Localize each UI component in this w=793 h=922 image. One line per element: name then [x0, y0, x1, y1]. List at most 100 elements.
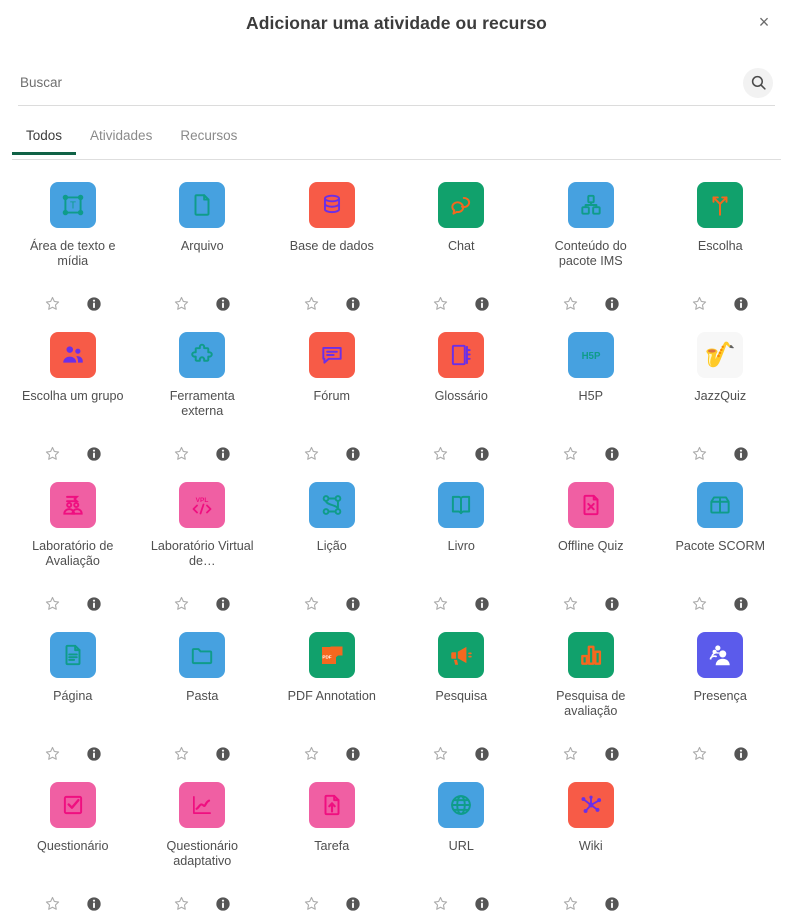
svg-text:VPL: VPL [196, 497, 209, 504]
chooser-item-actions [562, 295, 620, 320]
info-circle-icon[interactable] [345, 296, 361, 312]
chooser-item[interactable]: Livro [397, 470, 527, 620]
star-outline-icon[interactable] [44, 745, 61, 762]
chooser-item[interactable]: Escolha um grupo [8, 320, 138, 470]
chooser-item[interactable]: Ferramenta externa [138, 320, 268, 470]
info-circle-icon[interactable] [345, 746, 361, 762]
tab-atividades[interactable]: Atividades [76, 122, 166, 154]
star-outline-icon[interactable] [562, 295, 579, 312]
chooser-item[interactable]: Base de dados [267, 170, 397, 320]
chooser-item[interactable]: Questionário [8, 770, 138, 920]
star-outline-icon[interactable] [303, 895, 320, 912]
chooser-item[interactable]: Pesquisa de avaliação [526, 620, 656, 770]
info-circle-icon[interactable] [474, 446, 490, 462]
info-circle-icon[interactable] [604, 896, 620, 912]
star-outline-icon[interactable] [44, 895, 61, 912]
info-circle-icon[interactable] [215, 746, 231, 762]
star-outline-icon[interactable] [173, 895, 190, 912]
chooser-item[interactable]: Pesquisa [397, 620, 527, 770]
info-circle-icon[interactable] [733, 746, 749, 762]
chooser-item-label: Pesquisa de avaliação [556, 689, 626, 719]
chooser-item[interactable]: PDF PDF Annotation [267, 620, 397, 770]
star-outline-icon[interactable] [432, 745, 449, 762]
star-outline-icon[interactable] [691, 295, 708, 312]
star-outline-icon[interactable] [562, 445, 579, 462]
chooser-item[interactable]: H5P H5P [526, 320, 656, 470]
star-outline-icon[interactable] [562, 745, 579, 762]
star-outline-icon[interactable] [173, 295, 190, 312]
chooser-item[interactable]: Laboratório de Avaliação [8, 470, 138, 620]
star-outline-icon[interactable] [303, 445, 320, 462]
info-circle-icon[interactable] [86, 446, 102, 462]
info-circle-icon[interactable] [86, 296, 102, 312]
chooser-item[interactable]: Tarefa [267, 770, 397, 920]
info-circle-icon[interactable] [604, 446, 620, 462]
close-icon[interactable]: × [749, 7, 779, 37]
info-circle-icon[interactable] [345, 896, 361, 912]
star-outline-icon[interactable] [432, 445, 449, 462]
chooser-item[interactable]: Escolha [656, 170, 786, 320]
chooser-item[interactable]: Pasta [138, 620, 268, 770]
search-input[interactable] [18, 75, 743, 90]
star-outline-icon[interactable] [691, 445, 708, 462]
info-circle-icon[interactable] [733, 296, 749, 312]
chooser-item-actions [173, 745, 231, 770]
star-outline-icon[interactable] [303, 295, 320, 312]
chooser-item[interactable]: Fórum [267, 320, 397, 470]
info-circle-icon[interactable] [86, 596, 102, 612]
star-outline-icon[interactable] [173, 595, 190, 612]
star-outline-icon[interactable] [173, 745, 190, 762]
chooser-item[interactable]: Chat [397, 170, 527, 320]
star-outline-icon[interactable] [432, 895, 449, 912]
info-circle-icon[interactable] [474, 746, 490, 762]
chooser-item[interactable]: VPL Laboratório Virtual de… [138, 470, 268, 620]
chooser-item[interactable]: 🎷 JazzQuiz [656, 320, 786, 470]
info-circle-icon[interactable] [215, 596, 231, 612]
chooser-item-actions [303, 595, 361, 620]
info-circle-icon[interactable] [474, 896, 490, 912]
chooser-item[interactable]: Conteúdo do pacote IMS [526, 170, 656, 320]
info-circle-icon[interactable] [215, 296, 231, 312]
chooser-item[interactable]: Glossário [397, 320, 527, 470]
info-circle-icon[interactable] [345, 446, 361, 462]
tab-recursos[interactable]: Recursos [166, 122, 251, 154]
chooser-item[interactable]: Pacote SCORM [656, 470, 786, 620]
star-outline-icon[interactable] [173, 445, 190, 462]
star-outline-icon[interactable] [432, 295, 449, 312]
chooser-item-label: Área de texto e mídia [30, 239, 116, 269]
search-button[interactable] [743, 67, 773, 98]
chooser-item[interactable]: Arquivo [138, 170, 268, 320]
info-circle-icon[interactable] [86, 896, 102, 912]
chooser-item[interactable]: Offline Quiz [526, 470, 656, 620]
info-circle-icon[interactable] [733, 446, 749, 462]
star-outline-icon[interactable] [432, 595, 449, 612]
info-circle-icon[interactable] [345, 596, 361, 612]
star-outline-icon[interactable] [44, 595, 61, 612]
info-circle-icon[interactable] [604, 596, 620, 612]
info-circle-icon[interactable] [86, 746, 102, 762]
star-outline-icon[interactable] [303, 595, 320, 612]
star-outline-icon[interactable] [44, 295, 61, 312]
star-outline-icon[interactable] [44, 445, 61, 462]
info-circle-icon[interactable] [604, 746, 620, 762]
star-outline-icon[interactable] [691, 595, 708, 612]
star-outline-icon[interactable] [691, 745, 708, 762]
chooser-item[interactable]: T Área de texto e mídia [8, 170, 138, 320]
info-circle-icon[interactable] [474, 596, 490, 612]
star-outline-icon[interactable] [562, 595, 579, 612]
chooser-item[interactable]: Questionário adaptativo [138, 770, 268, 920]
info-circle-icon[interactable] [604, 296, 620, 312]
chooser-item[interactable]: URL [397, 770, 527, 920]
info-circle-icon[interactable] [733, 596, 749, 612]
chooser-item-label: URL [448, 839, 474, 853]
tab-todos[interactable]: Todos [12, 122, 77, 155]
chooser-item[interactable]: Wiki [526, 770, 656, 920]
info-circle-icon[interactable] [215, 896, 231, 912]
info-circle-icon[interactable] [474, 296, 490, 312]
chooser-item[interactable]: Página [8, 620, 138, 770]
star-outline-icon[interactable] [303, 745, 320, 762]
chooser-item[interactable]: Lição [267, 470, 397, 620]
info-circle-icon[interactable] [215, 446, 231, 462]
star-outline-icon[interactable] [562, 895, 579, 912]
chooser-item[interactable]: Presença [656, 620, 786, 770]
